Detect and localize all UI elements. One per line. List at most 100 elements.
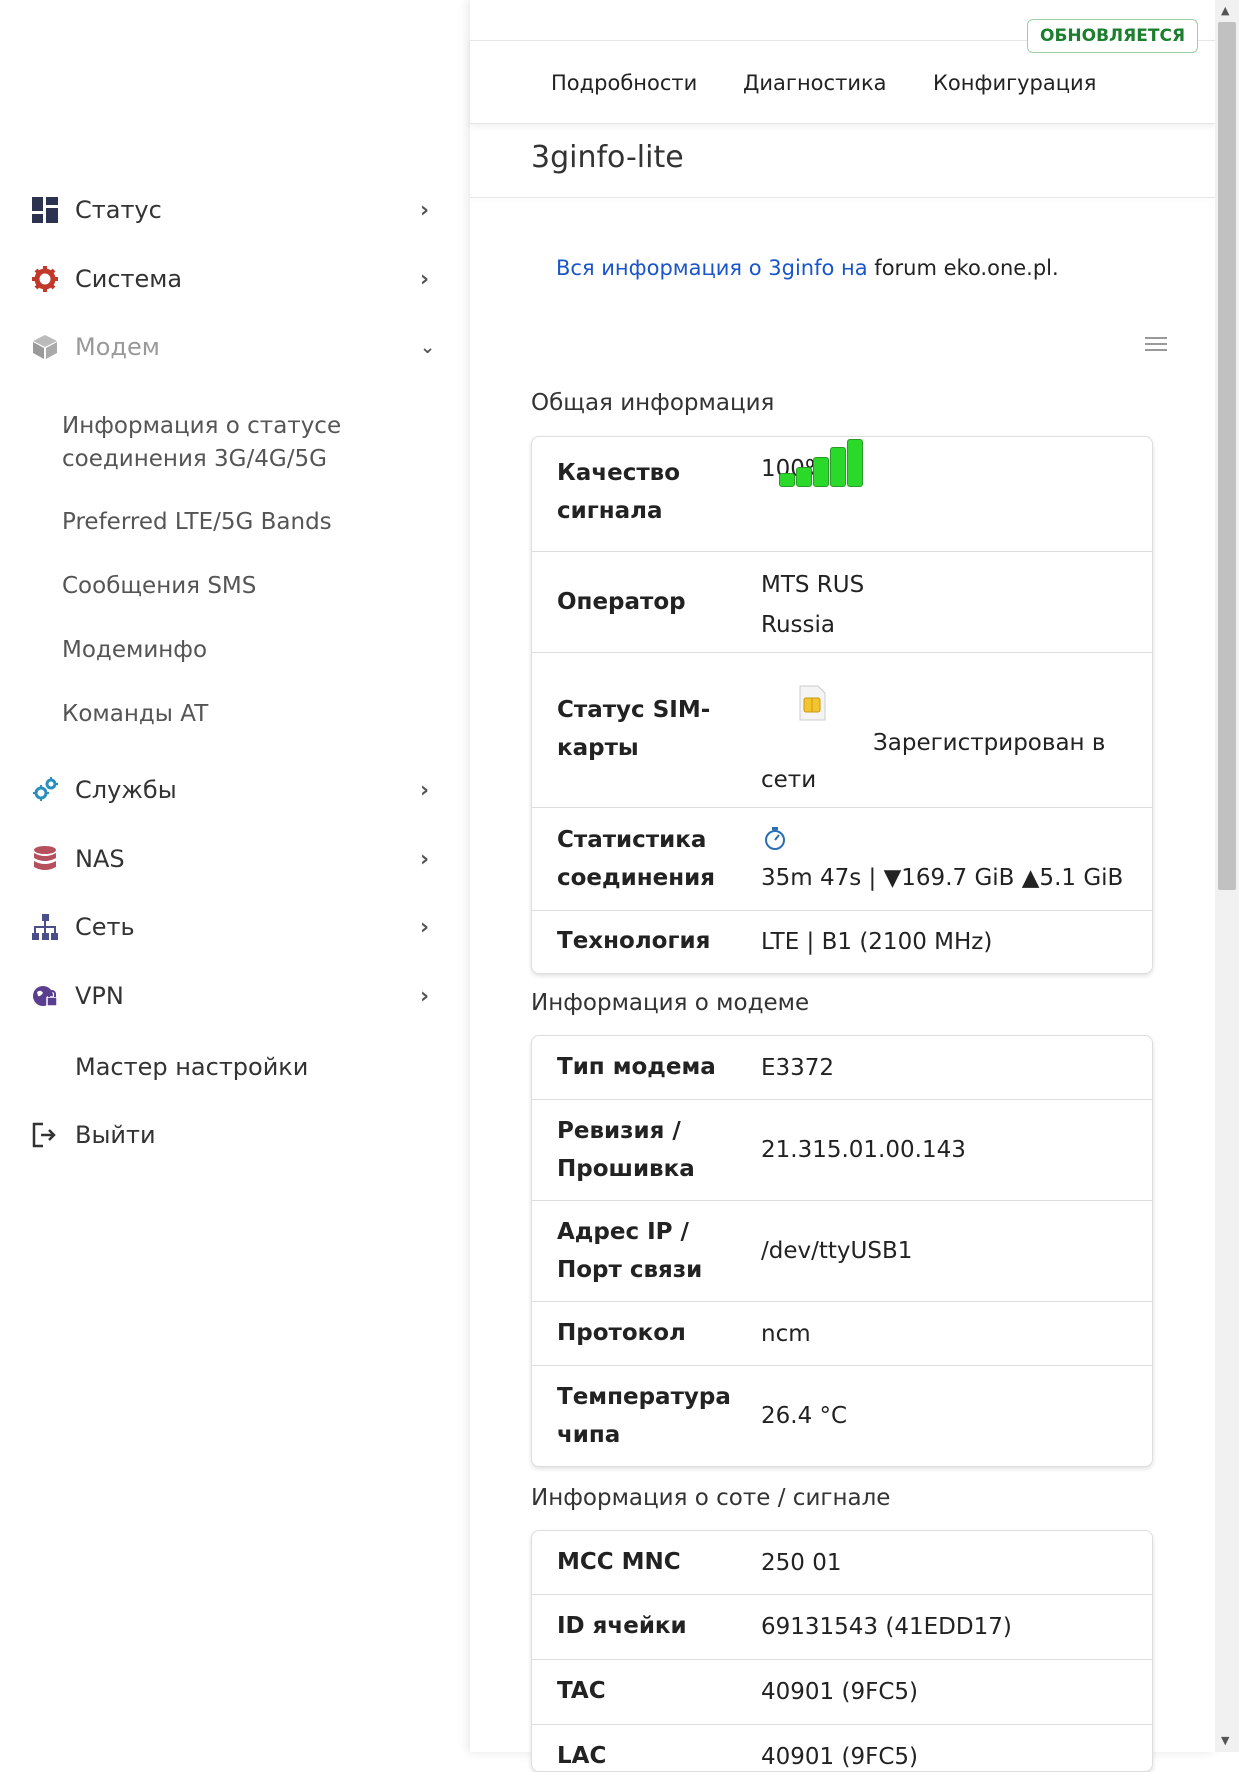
connection-stats-value: 35m 47s | ▼169.7 GiB ▲5.1 GiB: [761, 865, 1124, 891]
info-link[interactable]: Вся информация о 3ginfo на: [556, 256, 868, 280]
modem-info-card: Тип модема E3372 Ревизия / Прошивка 21.3…: [531, 1035, 1153, 1467]
row-value: 26.4 °C: [761, 1403, 848, 1429]
sim-card-icon: [798, 685, 826, 725]
sidebar-item-network[interactable]: Сеть ›: [0, 899, 470, 955]
table-row: Оператор MTS RUS Russia: [532, 552, 1152, 653]
row-value: E3372: [761, 1055, 835, 1081]
operator-country: Russia: [761, 612, 835, 638]
row-label: ID ячейки: [557, 1613, 687, 1639]
operator-value: MTS RUS: [761, 572, 865, 598]
main-content: Подробности Диагностика Конфигурация ОБН…: [470, 0, 1215, 1772]
scrollbar-thumb[interactable]: [1218, 22, 1236, 890]
row-value: /dev/ttyUSB1: [761, 1238, 913, 1264]
sidebar-subitem-connection-status[interactable]: Информация о статусе соединения 3G/4G/5G: [62, 410, 422, 476]
hamburger-menu-icon[interactable]: [1145, 333, 1167, 353]
sidebar-item-nas[interactable]: NAS ›: [0, 831, 470, 887]
table-row: Протокол ncm: [532, 1302, 1152, 1366]
sidebar: Статус › Система › Модем ⌄ Информация о …: [0, 0, 470, 1752]
sim-status-label: Статус SIM-карты: [557, 697, 711, 761]
table-row: ID ячейки 69131543 (41EDD17): [532, 1595, 1152, 1660]
scroll-up-arrow-icon[interactable]: ▲: [1221, 4, 1229, 17]
tab-diagnostics[interactable]: Диагностика: [743, 71, 887, 95]
row-value: 40901 (9FC5): [761, 1679, 918, 1705]
sidebar-item-label: Система: [75, 265, 183, 293]
logout-icon: [32, 1122, 58, 1148]
database-icon: [32, 846, 58, 872]
sidebar-subitem-preferred-bands[interactable]: Preferred LTE/5G Bands: [62, 506, 422, 539]
table-row: Технология LTE | B1 (2100 MHz): [532, 911, 1152, 973]
sidebar-subitem-at-commands[interactable]: Команды AT: [62, 698, 422, 731]
operator-label: Оператор: [557, 589, 686, 615]
row-label: Протокол: [557, 1320, 686, 1346]
row-value: 21.315.01.00.143: [761, 1137, 966, 1163]
chevron-right-icon: ›: [420, 777, 430, 803]
technology-label: Технология: [557, 928, 711, 954]
cogs-icon: [32, 777, 58, 803]
sidebar-item-modem[interactable]: Модем ⌄: [0, 319, 470, 375]
table-row: Статус SIM-карты Зарегистрирован в сети: [532, 653, 1152, 808]
row-value: 250 01: [761, 1550, 842, 1576]
sidebar-item-label: NAS: [75, 845, 125, 873]
row-value: 40901 (9FC5): [761, 1744, 918, 1770]
table-row: TAC 40901 (9FC5): [532, 1660, 1152, 1725]
table-row: MCC MNC 250 01: [532, 1531, 1152, 1595]
sidebar-item-logout[interactable]: Выйти: [0, 1107, 470, 1163]
signal-label: Качество сигнала: [557, 460, 681, 524]
row-label: Адрес IP / Порт связи: [557, 1219, 703, 1283]
row-label: Температура чипа: [557, 1384, 731, 1448]
row-value: 69131543 (41EDD17): [761, 1614, 1012, 1640]
technology-value: LTE | B1 (2100 MHz): [761, 929, 993, 955]
page-title: 3ginfo-lite: [531, 140, 684, 175]
sidebar-subitem-sms[interactable]: Сообщения SMS: [62, 570, 422, 603]
row-label: Ревизия / Прошивка: [557, 1118, 695, 1182]
section-title-general: Общая информация: [531, 390, 775, 416]
table-row: Качество сигнала 100%: [532, 437, 1152, 552]
sidebar-item-system[interactable]: Система ›: [0, 251, 470, 307]
row-value: ncm: [761, 1321, 811, 1347]
chevron-right-icon: ›: [420, 266, 430, 292]
table-row: LAC 40901 (9FC5): [532, 1725, 1152, 1771]
table-row: Статистика соединения 35m 47s | ▼169.7 G…: [532, 808, 1152, 911]
section-title-modem: Информация о модеме: [531, 990, 810, 1016]
globe-lock-icon: [32, 983, 58, 1009]
info-line: Вся информация о 3ginfo на forum eko.one…: [556, 256, 1059, 280]
connection-stats-label: Статистика соединения: [557, 827, 715, 891]
info-text: forum eko.one.pl.: [874, 256, 1059, 280]
status-badge: ОБНОВЛЯЕТСЯ: [1027, 19, 1199, 53]
section-title-cell: Информация о соте / сигнале: [531, 1485, 891, 1511]
chevron-down-icon: ⌄: [420, 336, 436, 358]
table-row: Ревизия / Прошивка 21.315.01.00.143: [532, 1100, 1152, 1201]
scroll-down-arrow-icon[interactable]: ▼: [1221, 1734, 1229, 1747]
sim-status-value: Зарегистрирован в сети: [761, 730, 1106, 793]
cube-icon: [32, 334, 58, 360]
sidebar-item-label: Мастер настройки: [75, 1053, 309, 1081]
divider: [470, 197, 1215, 198]
chevron-right-icon: ›: [420, 914, 430, 940]
sidebar-item-label: Модем: [75, 333, 160, 361]
sidebar-item-label: Статус: [75, 196, 162, 224]
gear-icon: [32, 266, 58, 292]
sidebar-item-label: Службы: [75, 776, 177, 804]
tab-details[interactable]: Подробности: [551, 71, 697, 95]
sidebar-item-status[interactable]: Статус ›: [0, 182, 470, 238]
tab-configuration[interactable]: Конфигурация: [933, 71, 1096, 95]
sidebar-item-services[interactable]: Службы ›: [0, 762, 470, 818]
chevron-right-icon: ›: [420, 197, 430, 223]
sidebar-item-label: Сеть: [75, 913, 135, 941]
sidebar-subitem-modeminfo[interactable]: Модеминфо: [62, 634, 422, 667]
sidebar-item-label: VPN: [75, 982, 124, 1010]
table-row: Температура чипа 26.4 °C: [532, 1366, 1152, 1466]
sitemap-icon: [32, 914, 58, 940]
general-info-card: Качество сигнала 100% Оператор MTS RUS R…: [531, 436, 1153, 974]
table-row: Тип модема E3372: [532, 1036, 1152, 1100]
row-label: LAC: [557, 1743, 607, 1769]
sidebar-item-wizard[interactable]: Мастер настройки: [0, 1039, 470, 1095]
stopwatch-icon: [763, 826, 787, 854]
dashboard-icon: [32, 197, 58, 223]
table-row: Адрес IP / Порт связи /dev/ttyUSB1: [532, 1201, 1152, 1302]
chevron-right-icon: ›: [420, 846, 430, 872]
row-label: TAC: [557, 1678, 606, 1704]
chevron-right-icon: ›: [420, 983, 430, 1009]
sidebar-item-vpn[interactable]: VPN ›: [0, 968, 470, 1024]
vertical-scrollbar[interactable]: ▲ ▼: [1215, 0, 1239, 1752]
